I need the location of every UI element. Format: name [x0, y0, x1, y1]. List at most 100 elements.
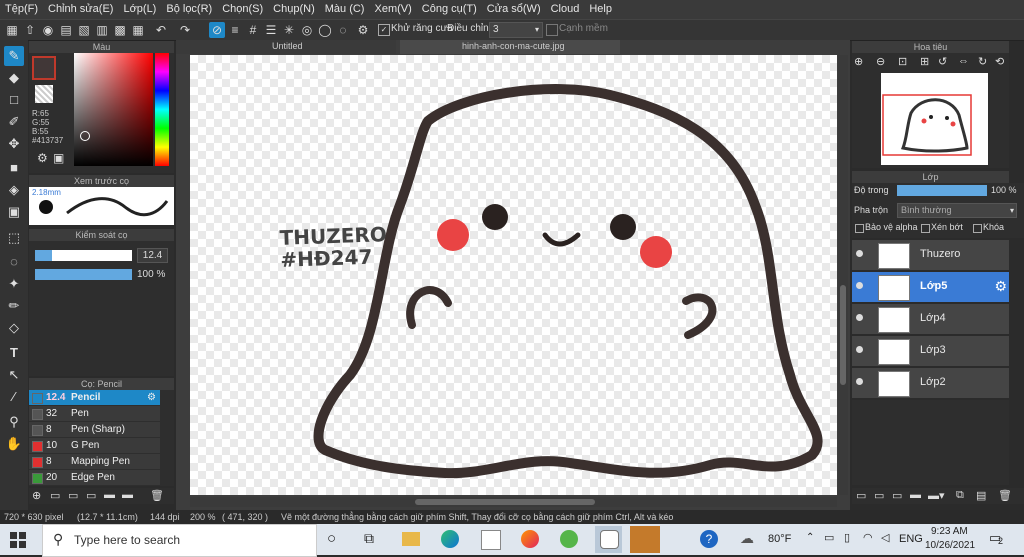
fit-icon[interactable]: ⊡ — [898, 55, 907, 68]
rotate-left-icon[interactable]: ↺ — [938, 55, 947, 68]
brush-folder-icon[interactable]: ▬ — [104, 489, 115, 501]
ellipse-ruler-icon[interactable]: ◯ — [317, 22, 333, 38]
eye-icon[interactable] — [856, 314, 863, 321]
new-folder-icon[interactable]: ▬ — [910, 489, 921, 501]
app-icon[interactable] — [560, 530, 578, 548]
select-pen-icon[interactable]: ✏ — [4, 296, 24, 316]
select-rect-tool-icon[interactable]: □ — [4, 90, 24, 110]
flip-icon[interactable]: ⇔ — [958, 55, 969, 67]
new-file-icon[interactable]: ▦ — [4, 22, 20, 38]
brush-tool-icon[interactable]: ✎ — [4, 46, 24, 66]
undo-icon[interactable]: ↶ — [153, 22, 169, 38]
battery-icon[interactable]: ▯ — [844, 531, 850, 544]
rotate-right-icon[interactable]: ↻ — [978, 55, 987, 68]
tab-image-file[interactable]: hinh-anh-con-ma-cute.jpg — [400, 40, 620, 54]
curve-ruler-icon[interactable]: ◌ — [335, 22, 351, 38]
gear-icon[interactable]: ⚙ — [994, 278, 1007, 295]
brush-folder2-icon[interactable]: ▬ — [122, 489, 133, 501]
new-layer-1bit-icon[interactable]: ▭ — [892, 489, 902, 502]
select-tool-icon[interactable]: ⬚ — [4, 228, 24, 248]
adjust-select[interactable]: 3 ▾ — [489, 22, 543, 38]
menu-item[interactable]: Tệp(F) — [0, 0, 43, 19]
gear-icon[interactable]: ⚙ — [355, 22, 371, 38]
eyedropper-tool-icon[interactable]: ⚲ — [4, 412, 24, 432]
layer-row[interactable]: Lớp4 — [852, 304, 1009, 335]
move-tool-icon[interactable]: ✥ — [4, 134, 24, 154]
concentric-ruler-icon[interactable]: ◎ — [299, 22, 315, 38]
menu-item[interactable]: Chụp(N) — [268, 0, 320, 19]
paste-icon[interactable]: ▥ — [94, 22, 110, 38]
divider-tool-icon[interactable]: ⁄ — [4, 387, 24, 407]
brush-doc-icon[interactable]: ▭ — [86, 489, 96, 502]
brush-row[interactable]: 10 G Pen — [29, 438, 160, 453]
horizontal-scrollbar[interactable] — [190, 497, 837, 507]
delete-layer-icon[interactable]: 🗑 — [998, 489, 1012, 502]
grid-ruler-icon[interactable]: # — [245, 22, 261, 38]
brush-row[interactable]: 20 Edge Pen — [29, 470, 160, 485]
color-cursor[interactable] — [80, 131, 90, 141]
wifi-icon[interactable]: ◠ — [863, 531, 873, 544]
new-layer-8bit-icon[interactable]: ▭ — [874, 489, 884, 502]
palette-icon[interactable]: ⚙ — [37, 151, 48, 165]
comment-icon[interactable]: ◉ — [40, 22, 56, 38]
clipping-checkbox[interactable] — [921, 224, 930, 233]
menu-item[interactable]: Help — [584, 0, 617, 19]
eye-icon[interactable] — [856, 378, 863, 385]
app2-taskbar-icon[interactable] — [630, 526, 660, 553]
menu-item[interactable]: Chọn(S) — [217, 0, 268, 19]
brush-row[interactable]: 8 Mapping Pen — [29, 454, 160, 469]
color-history-icon[interactable]: ▣ — [53, 151, 64, 165]
operation-tool-icon[interactable]: ↖ — [4, 365, 24, 385]
firefox-icon[interactable] — [521, 530, 539, 548]
perspective-ruler-icon[interactable]: ☰ — [263, 22, 279, 38]
menu-item[interactable]: Màu (C) — [320, 0, 370, 19]
eye-icon[interactable] — [856, 346, 863, 353]
saturation-value-picker[interactable] — [74, 53, 153, 166]
layer-menu-icon[interactable]: ▬▾ — [928, 489, 945, 502]
parallel-ruler-icon[interactable]: ≡ — [227, 22, 243, 38]
menu-item[interactable]: Xem(V) — [369, 0, 416, 19]
tab-untitled[interactable]: Untitled — [176, 40, 396, 54]
layer-row[interactable]: Lớp2 — [852, 368, 1009, 399]
notification-icon[interactable]: ▭ 2 — [989, 530, 1007, 548]
menu-item[interactable]: Lớp(L) — [118, 0, 161, 19]
fill-rect-tool-icon[interactable]: ■ — [4, 158, 24, 178]
brush-row[interactable]: 32 Pen — [29, 406, 160, 421]
medibang-taskbar-icon[interactable] — [595, 526, 622, 553]
zoom-in-icon[interactable]: ⊕ — [854, 55, 863, 68]
windows-start-icon[interactable] — [10, 532, 26, 548]
redo-icon[interactable]: ↷ — [177, 22, 193, 38]
gear-icon[interactable]: ⚙ — [147, 390, 156, 405]
grid-icon[interactable]: ▦ — [130, 22, 146, 38]
file-explorer-icon[interactable] — [402, 532, 420, 546]
tray-chevron-icon[interactable]: ⌃ — [806, 532, 814, 543]
navigator-thumbnail[interactable] — [881, 73, 988, 165]
transparent-color-swatch[interactable] — [35, 85, 53, 103]
add-brush-icon[interactable]: ⊕ — [32, 489, 41, 502]
blend-mode-select[interactable]: Bình thường ▾ — [897, 203, 1017, 218]
task-view-icon[interactable]: ⧉ — [364, 530, 374, 547]
brush-copy-icon[interactable]: ▭ — [50, 489, 60, 502]
layer-row[interactable]: Lớp3 — [852, 336, 1009, 367]
eye-icon[interactable] — [856, 250, 863, 257]
clock-date[interactable]: 10/26/2021 — [925, 540, 975, 551]
brush-new-icon[interactable]: ▭ — [68, 489, 78, 502]
lock-checkbox[interactable] — [973, 224, 982, 233]
copy-icon[interactable]: ▤ — [58, 22, 74, 38]
merge-layer-icon[interactable]: ▤ — [976, 489, 986, 502]
text-tool-icon[interactable]: T — [4, 343, 24, 363]
protect-alpha-checkbox[interactable] — [855, 224, 864, 233]
reset-view-icon[interactable]: ⟲ — [995, 55, 1004, 68]
language-indicator[interactable]: ENG — [899, 533, 923, 545]
eraser-tool-icon[interactable]: ◆ — [4, 68, 24, 88]
antialias-checkbox[interactable]: ✓ — [378, 24, 390, 36]
hand-tool-icon[interactable]: ✋ — [4, 434, 24, 454]
bucket-tool-icon[interactable]: ◈ — [4, 180, 24, 200]
size-slider[interactable] — [35, 250, 132, 261]
clock-time[interactable]: 9:23 AM — [931, 526, 968, 537]
zoom-out-icon[interactable]: ⊖ — [876, 55, 885, 68]
select-eraser-icon[interactable]: ◇ — [4, 318, 24, 338]
menu-item[interactable]: Cloud — [546, 0, 585, 19]
transform-icon[interactable]: ▩ — [112, 22, 128, 38]
cortana-icon[interactable]: ○ — [327, 530, 336, 547]
